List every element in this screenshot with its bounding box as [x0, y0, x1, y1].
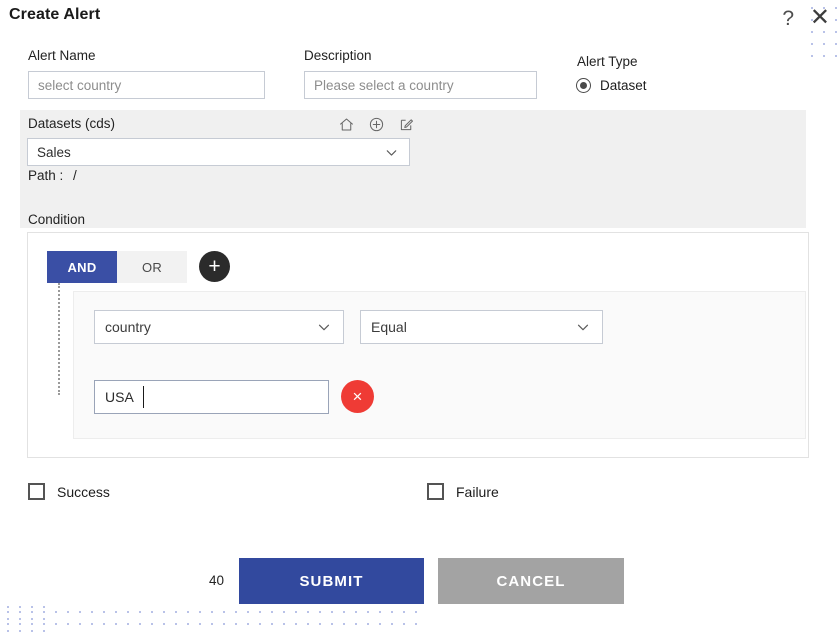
text-cursor — [143, 386, 144, 408]
logic-or-button[interactable]: OR — [117, 251, 187, 283]
add-circle-icon[interactable] — [368, 116, 385, 133]
condition-connector-line — [58, 283, 60, 395]
condition-operator-value: Equal — [371, 319, 407, 335]
alert-type-label: Alert Type — [577, 54, 638, 69]
condition-value-input[interactable] — [94, 380, 329, 414]
dataset-select[interactable]: Sales — [27, 138, 410, 166]
chevron-down-icon — [577, 324, 589, 331]
alert-type-radio-group[interactable]: Dataset — [576, 78, 647, 93]
success-checkbox[interactable] — [28, 483, 45, 500]
alert-name-input[interactable] — [28, 71, 265, 99]
remove-condition-button[interactable]: × — [341, 380, 374, 413]
create-alert-screen: Create Alert ? ✕ Alert Name Description … — [0, 0, 840, 634]
chevron-down-icon — [386, 149, 397, 156]
condition-field-select[interactable]: country — [94, 310, 344, 344]
failure-label: Failure — [456, 483, 499, 500]
success-checkbox-group[interactable]: Success — [28, 483, 110, 500]
condition-row: country Equal × — [73, 291, 806, 439]
datasets-label: Datasets (cds) — [28, 116, 116, 131]
edit-pencil-icon[interactable] — [398, 116, 415, 133]
description-label: Description — [304, 48, 372, 63]
dataset-select-value: Sales — [37, 144, 71, 160]
failure-checkbox[interactable] — [427, 483, 444, 500]
chevron-down-icon — [318, 324, 330, 331]
cancel-button[interactable]: CANCEL — [438, 558, 624, 604]
close-x-icon[interactable]: ✕ — [810, 6, 830, 30]
counter-text: 40 — [209, 573, 225, 588]
success-label: Success — [57, 483, 110, 500]
dialog-surface-lower — [46, 455, 806, 595]
radio-dataset[interactable] — [576, 78, 591, 93]
path-row: Path : / — [28, 168, 77, 183]
add-condition-button[interactable]: + — [199, 251, 230, 282]
radio-dataset-label: Dataset — [600, 78, 647, 93]
path-value: / — [73, 168, 77, 183]
condition-label: Condition — [28, 212, 86, 227]
home-icon[interactable] — [338, 116, 355, 133]
condition-field-value: country — [105, 319, 151, 335]
alert-name-label: Alert Name — [28, 48, 96, 63]
radio-dataset-dot — [580, 82, 587, 89]
dataset-panel: Datasets (cds) Sales Path : / Condition — [20, 110, 806, 228]
path-label: Path : — [28, 168, 64, 183]
logic-toggle-group[interactable]: AND OR — [47, 251, 187, 283]
page-title: Create Alert — [9, 6, 101, 23]
condition-operator-select[interactable]: Equal — [360, 310, 603, 344]
submit-button[interactable]: SUBMIT — [239, 558, 424, 604]
logic-and-button[interactable]: AND — [47, 251, 117, 283]
condition-box: AND OR + country Equal × — [27, 232, 809, 458]
failure-checkbox-group[interactable]: Failure — [427, 483, 499, 500]
help-question-icon[interactable]: ? — [782, 8, 794, 29]
description-input[interactable] — [304, 71, 537, 99]
dataset-icon-row — [338, 116, 415, 133]
